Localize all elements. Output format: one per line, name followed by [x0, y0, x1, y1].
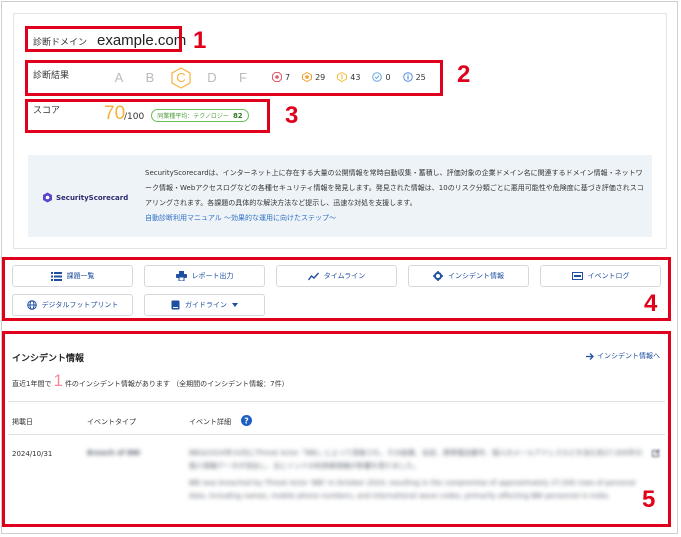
- annotation-box-1: [25, 26, 182, 52]
- callout-4: 4: [644, 290, 658, 317]
- securityscorecard-logo-icon: [43, 192, 52, 203]
- securityscorecard-description: SecurityScorecardは、インターネット上に存在する大量の公開情報を…: [145, 169, 644, 207]
- annotation-box-4: [2, 257, 671, 321]
- annotation-box-3: [25, 99, 270, 133]
- manual-link[interactable]: 自動診断利用マニュアル ～効果的な運用に向けたステップ～: [145, 213, 336, 223]
- callout-5: 5: [642, 486, 656, 513]
- annotation-box-5: [2, 331, 671, 527]
- callout-1: 1: [193, 27, 207, 54]
- annotation-box-2: [25, 60, 443, 96]
- callout-2: 2: [457, 61, 471, 88]
- securityscorecard-logo: SecurityScorecard: [42, 192, 128, 203]
- securityscorecard-info: SecurityScorecard SecurityScorecardは、インタ…: [28, 155, 652, 237]
- callout-3: 3: [285, 102, 299, 129]
